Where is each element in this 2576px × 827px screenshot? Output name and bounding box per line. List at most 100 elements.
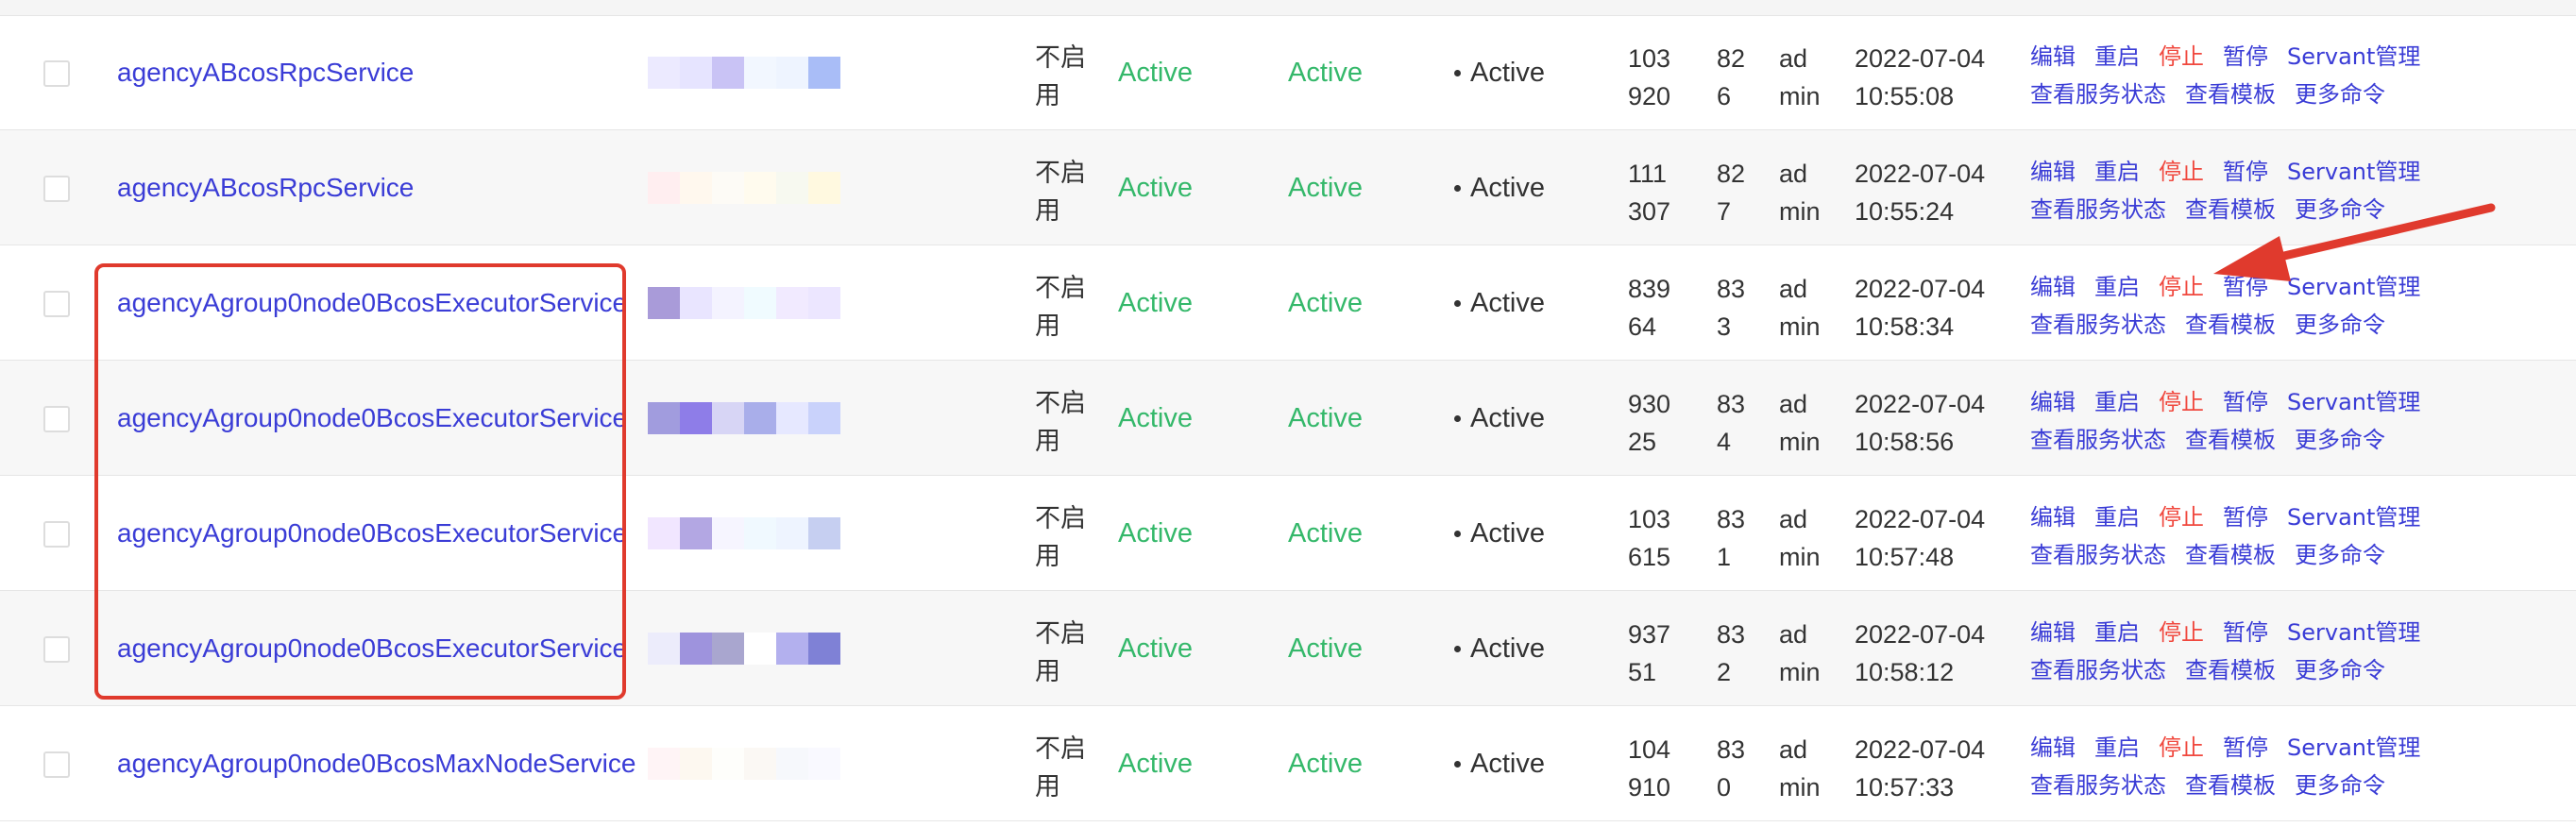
row-select-checkbox[interactable] (43, 751, 70, 778)
edit-link[interactable]: 编辑 (2030, 729, 2076, 767)
status-dot-icon (1454, 530, 1461, 537)
restart-link[interactable]: 重启 (2094, 614, 2140, 651)
more-commands-link[interactable]: 更多命令 (2295, 536, 2385, 574)
mask-cell (776, 517, 808, 549)
view-status-link[interactable]: 查看服务状态 (2030, 651, 2166, 689)
process-id-line2: 920 (1628, 82, 1671, 110)
row-select-checkbox[interactable] (43, 291, 70, 317)
row-select-checkbox[interactable] (43, 636, 70, 663)
more-commands-link[interactable]: 更多命令 (2295, 421, 2385, 459)
service-name-link[interactable]: agencyAgroup0node0BcosMaxNodeService (117, 706, 636, 821)
version-line2: 0 (1717, 773, 1732, 802)
servant-manage-link[interactable]: Servant管理 (2287, 153, 2420, 191)
view-template-link[interactable]: 查看模板 (2185, 306, 2276, 344)
mask-cell (744, 172, 776, 204)
pause-link[interactable]: 暂停 (2223, 268, 2268, 306)
mask-cell (712, 748, 744, 780)
service-name-link[interactable]: agencyABcosRpcService (117, 15, 414, 130)
edit-link[interactable]: 编辑 (2030, 383, 2076, 421)
patch-user: ad min (1779, 731, 1821, 806)
stop-link[interactable]: 停止 (2159, 614, 2204, 651)
service-name-link[interactable]: agencyAgroup0node0BcosExecutorService (117, 245, 627, 361)
patch-user-line2: min (1779, 82, 1821, 110)
view-status-link[interactable]: 查看服务状态 (2030, 191, 2166, 228)
restart-link[interactable]: 重启 (2094, 153, 2140, 191)
service-name-link[interactable]: agencyABcosRpcService (117, 130, 414, 245)
view-template-link[interactable]: 查看模板 (2185, 191, 2276, 228)
patch-user-line1: ad (1779, 275, 1808, 303)
row-select-checkbox[interactable] (43, 521, 70, 548)
service-list-page: agencyABcosRpcService 不启用 Active Active Acti… (0, 0, 2576, 827)
pause-link[interactable]: 暂停 (2223, 383, 2268, 421)
version-line1: 83 (1717, 390, 1746, 418)
servant-manage-link[interactable]: Servant管理 (2287, 614, 2420, 651)
view-status-link[interactable]: 查看服务状态 (2030, 767, 2166, 804)
pause-link[interactable]: 暂停 (2223, 614, 2268, 651)
edit-link[interactable]: 编辑 (2030, 153, 2076, 191)
patch-date: 2022-07-04 (1855, 505, 1986, 533)
view-template-link[interactable]: 查看模板 (2185, 536, 2276, 574)
pause-link[interactable]: 暂停 (2223, 498, 2268, 536)
patch-date: 2022-07-04 (1855, 390, 1986, 418)
view-template-link[interactable]: 查看模板 (2185, 76, 2276, 113)
service-table-body: agencyABcosRpcService 不启用 Active Active Acti… (0, 15, 2576, 821)
edit-link[interactable]: 编辑 (2030, 268, 2076, 306)
mask-cell (648, 402, 680, 434)
patch-user-line2: min (1779, 543, 1821, 571)
row-select-checkbox[interactable] (43, 406, 70, 432)
service-name-link[interactable]: agencyAgroup0node0BcosExecutorService (117, 361, 627, 476)
view-status-link[interactable]: 查看服务状态 (2030, 536, 2166, 574)
service-name-link[interactable]: agencyAgroup0node0BcosExecutorService (117, 476, 627, 591)
stop-link[interactable]: 停止 (2159, 498, 2204, 536)
present-state: Active (1454, 245, 1545, 361)
edit-link[interactable]: 编辑 (2030, 498, 2076, 536)
more-commands-link[interactable]: 更多命令 (2295, 767, 2385, 804)
stop-link[interactable]: 停止 (2159, 729, 2204, 767)
restart-link[interactable]: 重启 (2094, 38, 2140, 76)
pause-link[interactable]: 暂停 (2223, 729, 2268, 767)
row-select-checkbox[interactable] (43, 60, 70, 87)
more-commands-link[interactable]: 更多命令 (2295, 651, 2385, 689)
pause-link[interactable]: 暂停 (2223, 38, 2268, 76)
service-name-link[interactable]: agencyAgroup0node0BcosExecutorService (117, 591, 627, 706)
set-state: Active (1288, 287, 1363, 318)
more-commands-link[interactable]: 更多命令 (2295, 191, 2385, 228)
process-id: 937 51 (1628, 616, 1670, 691)
view-template-link[interactable]: 查看模板 (2185, 651, 2276, 689)
servant-manage-link[interactable]: Servant管理 (2287, 383, 2420, 421)
process-id-line2: 25 (1628, 428, 1657, 456)
restart-link[interactable]: 重启 (2094, 729, 2140, 767)
process-id-line1: 111 (1628, 160, 1668, 188)
row-select-checkbox[interactable] (43, 176, 70, 202)
view-status-link[interactable]: 查看服务状态 (2030, 76, 2166, 113)
set-state: Active (1288, 57, 1363, 88)
view-status-link[interactable]: 查看服务状态 (2030, 421, 2166, 459)
redacted-ip-mask (648, 748, 840, 780)
stop-link[interactable]: 停止 (2159, 38, 2204, 76)
servant-manage-link[interactable]: Servant管理 (2287, 38, 2420, 76)
stop-link[interactable]: 停止 (2159, 268, 2204, 306)
servant-manage-link[interactable]: Servant管理 (2287, 268, 2420, 306)
more-commands-link[interactable]: 更多命令 (2295, 306, 2385, 344)
restart-link[interactable]: 重启 (2094, 383, 2140, 421)
enable-setting-line1: 不启 (1035, 389, 1086, 418)
stop-link[interactable]: 停止 (2159, 383, 2204, 421)
edit-link[interactable]: 编辑 (2030, 38, 2076, 76)
more-commands-link[interactable]: 更多命令 (2295, 76, 2385, 113)
servant-manage-link[interactable]: Servant管理 (2287, 729, 2420, 767)
patch-user-line1: ad (1779, 160, 1808, 188)
view-template-link[interactable]: 查看模板 (2185, 767, 2276, 804)
servant-manage-link[interactable]: Servant管理 (2287, 498, 2420, 536)
edit-link[interactable]: 编辑 (2030, 614, 2076, 651)
process-id: 111 307 (1628, 155, 1670, 230)
restart-link[interactable]: 重启 (2094, 268, 2140, 306)
restart-link[interactable]: 重启 (2094, 498, 2140, 536)
view-template-link[interactable]: 查看模板 (2185, 421, 2276, 459)
enable-setting-line1: 不启 (1035, 43, 1086, 73)
enable-setting: 不启用 (1035, 731, 1086, 806)
view-status-link[interactable]: 查看服务状态 (2030, 306, 2166, 344)
enable-setting-line1: 不启 (1035, 274, 1086, 303)
stop-link[interactable]: 停止 (2159, 153, 2204, 191)
mask-cell (680, 402, 712, 434)
pause-link[interactable]: 暂停 (2223, 153, 2268, 191)
